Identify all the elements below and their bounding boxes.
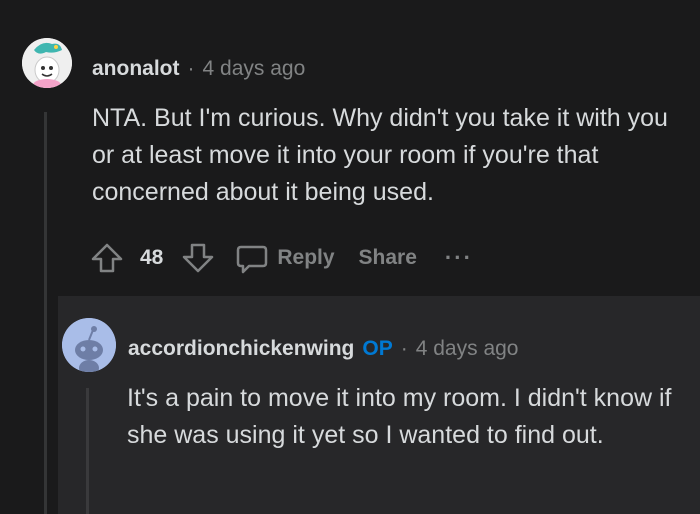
reply-meta-separator: · <box>400 337 408 360</box>
reply-thread-line[interactable] <box>86 388 89 514</box>
comment-meta: anonalot · 4 days ago <box>92 56 305 82</box>
comment-timestamp[interactable]: 4 days ago <box>203 56 306 82</box>
comment-body: NTA. But I'm curious. Why didn't you tak… <box>92 104 668 206</box>
more-options-button[interactable]: ··· <box>445 245 473 271</box>
reply-label: Reply <box>277 246 335 269</box>
snoo-avatar[interactable] <box>62 318 116 372</box>
downvote-icon[interactable] <box>181 241 215 275</box>
op-badge: OP <box>362 337 393 360</box>
top-comment: anonalot · 4 days ago NTA. But I'm curio… <box>0 0 700 296</box>
user-avatar[interactable] <box>22 38 72 88</box>
share-button[interactable]: Share <box>359 246 417 270</box>
reply-body: It's a pain to move it into my room. I d… <box>127 384 672 449</box>
upvote-icon[interactable] <box>90 241 124 275</box>
share-label: Share <box>358 246 417 269</box>
reply-username[interactable]: accordionchickenwing <box>128 336 354 362</box>
reply-icon <box>235 241 269 275</box>
reply-timestamp[interactable]: 4 days ago <box>416 336 519 362</box>
vote-score: 48 <box>140 246 164 269</box>
meta-separator: · <box>187 57 195 80</box>
username[interactable]: anonalot <box>92 56 180 82</box>
comment-actions: 48 Reply Share ··· <box>90 238 473 278</box>
reply-button[interactable]: Reply <box>235 241 335 275</box>
reply-meta: accordionchickenwing OP · 4 days ago <box>128 336 518 362</box>
